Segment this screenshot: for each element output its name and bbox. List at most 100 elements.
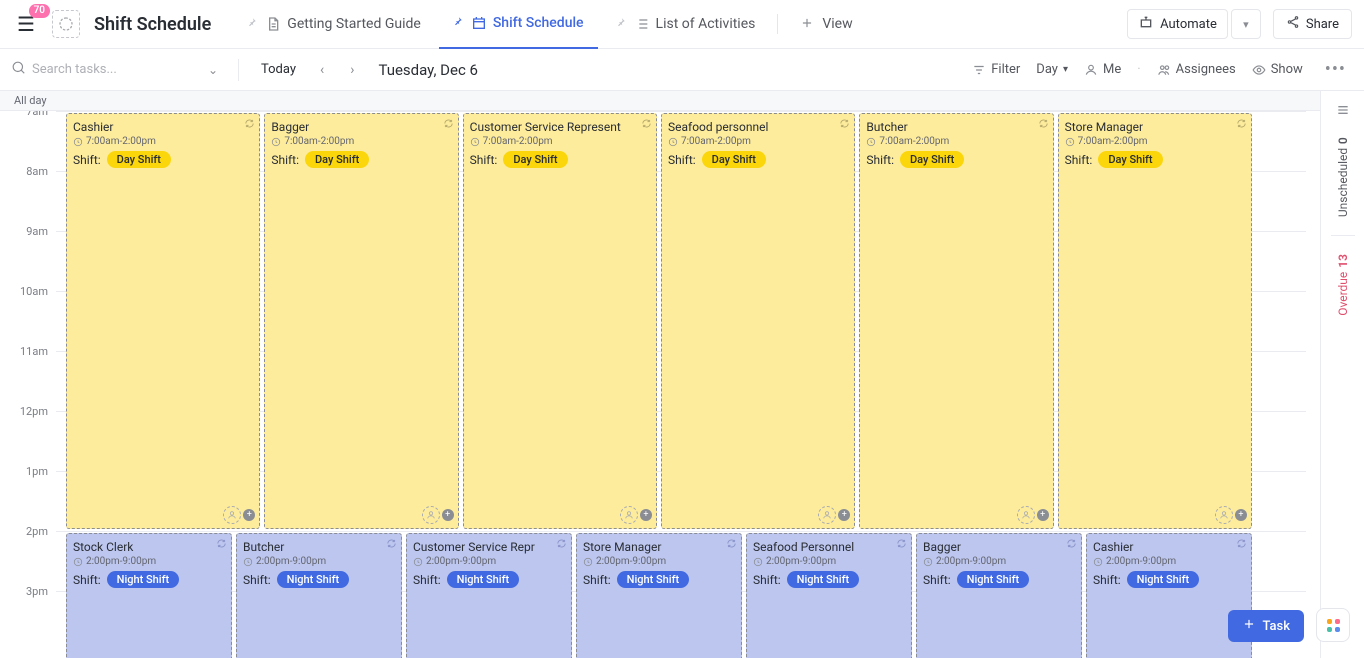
- recurring-icon: [726, 538, 737, 552]
- today-button[interactable]: Today: [255, 58, 302, 81]
- time-column: 7am8am9am10am11am12pm1pm2pm3pm: [0, 111, 56, 651]
- assign-button[interactable]: +: [1215, 506, 1247, 524]
- recurring-icon: [216, 538, 227, 552]
- assign-button[interactable]: +: [620, 506, 652, 524]
- share-label: Share: [1306, 17, 1339, 32]
- automate-button[interactable]: Automate: [1127, 9, 1228, 39]
- time-label: 3pm: [0, 585, 56, 645]
- tab-label: Getting Started Guide: [287, 16, 421, 32]
- person-icon: [1017, 506, 1035, 524]
- shift-title: Stock Clerk: [73, 540, 225, 554]
- space-icon[interactable]: [52, 10, 80, 38]
- range-label: Day: [1036, 62, 1058, 77]
- search[interactable]: ⌄: [12, 59, 222, 81]
- add-view-button[interactable]: View: [786, 0, 866, 49]
- prev-day-button[interactable]: ‹: [312, 58, 332, 82]
- recurring-icon: [386, 538, 397, 552]
- shift-badge: Night Shift: [107, 571, 179, 588]
- shift-card[interactable]: Seafood Personnel2:00pm-9:00pmShift:Nigh…: [746, 533, 912, 658]
- shift-badge: Night Shift: [787, 571, 859, 588]
- separator: [238, 59, 239, 81]
- all-day-label: All day: [14, 94, 47, 107]
- shift-title: Seafood personnel: [668, 120, 848, 134]
- automate-label: Automate: [1160, 17, 1217, 32]
- shift-field-label: Shift:: [1065, 153, 1093, 167]
- shift-field-label: Shift:: [73, 573, 101, 587]
- filter-button[interactable]: Filter: [972, 62, 1020, 77]
- shift-title: Butcher: [866, 120, 1046, 134]
- shift-card[interactable]: Bagger2:00pm-9:00pmShift:Night Shift+: [916, 533, 1082, 658]
- filter-label: Filter: [991, 62, 1020, 77]
- me-label: Me: [1103, 62, 1121, 77]
- search-chevron[interactable]: ⌄: [204, 59, 222, 81]
- menu-button[interactable]: ☰ 70: [12, 10, 40, 38]
- shift-title: Cashier: [73, 120, 253, 134]
- shift-field-label: Shift:: [271, 153, 299, 167]
- shift-card[interactable]: Stock Clerk 2:00pm-9:00pm Shift: Night Shif…: [66, 533, 232, 658]
- people-icon: [1157, 63, 1171, 77]
- shift-badge: Day Shift: [107, 151, 171, 168]
- shift-card[interactable]: Bagger7:00am-2:00pmShift:Day Shift+: [264, 113, 458, 529]
- recurring-icon: [641, 118, 652, 132]
- time-label: 11am: [0, 345, 56, 405]
- overdue-toggle[interactable]: Overdue 13: [1336, 254, 1350, 316]
- apps-icon: [1327, 619, 1340, 632]
- assign-button[interactable]: +: [422, 506, 454, 524]
- shift-card[interactable]: Customer Service Represent7:00am-2:00pmS…: [463, 113, 657, 529]
- shift-badge: Night Shift: [277, 571, 349, 588]
- shift-title: Store Manager: [1065, 120, 1245, 134]
- automate-dropdown[interactable]: ▾: [1231, 9, 1261, 39]
- search-input[interactable]: [32, 62, 198, 77]
- separator: [1331, 235, 1355, 236]
- assign-button[interactable]: +: [1017, 506, 1049, 524]
- rail-lines-icon[interactable]: [1335, 101, 1351, 119]
- me-button[interactable]: Me: [1084, 62, 1121, 77]
- assign-button[interactable]: +: [818, 506, 850, 524]
- shift-badge: Night Shift: [617, 571, 689, 588]
- pin-icon: [247, 15, 259, 27]
- eye-icon: [1252, 63, 1266, 77]
- shift-time: 2:00pm-9:00pm: [73, 556, 225, 567]
- time-label: 7am: [0, 111, 56, 165]
- shift-time: 2:00pm-9:00pm: [413, 556, 565, 567]
- time-label: 2pm: [0, 525, 56, 585]
- shift-card[interactable]: Store Manager2:00pm-9:00pmShift:Night Sh…: [576, 533, 742, 658]
- time-label: 12pm: [0, 405, 56, 465]
- shift-card[interactable]: Cashier2:00pm-9:00pmShift:Night Shift+: [1086, 533, 1252, 658]
- tab-shift-schedule[interactable]: Shift Schedule: [439, 0, 598, 49]
- assignees-button[interactable]: Assignees: [1157, 62, 1236, 77]
- shift-title: Store Manager: [583, 540, 735, 554]
- search-icon: [12, 60, 26, 79]
- separator: ·: [1137, 62, 1140, 77]
- shift-card[interactable]: Cashier7:00am-2:00pmShift:Day Shift+: [66, 113, 260, 529]
- shift-card[interactable]: Store Manager7:00am-2:00pmShift:Day Shif…: [1058, 113, 1252, 529]
- tab-label: Shift Schedule: [493, 15, 584, 31]
- show-button[interactable]: Show: [1252, 62, 1303, 77]
- shift-time: 7:00am-2:00pm: [668, 136, 848, 147]
- shift-card[interactable]: Butcher7:00am-2:00pmShift:Day Shift+: [859, 113, 1053, 529]
- apps-button[interactable]: [1316, 608, 1350, 642]
- new-task-button[interactable]: Task: [1228, 610, 1304, 642]
- unscheduled-count: 0: [1336, 137, 1350, 144]
- shift-time: 2:00pm-9:00pm: [923, 556, 1075, 567]
- tab-getting-started[interactable]: Getting Started Guide: [233, 0, 435, 49]
- calendar-body[interactable]: 7am8am9am10am11am12pm1pm2pm3pm Cashier 7:…: [0, 111, 1320, 658]
- range-selector[interactable]: Day ▾: [1036, 62, 1068, 77]
- task-label: Task: [1262, 619, 1290, 634]
- shift-card[interactable]: Butcher2:00pm-9:00pmShift:Night Shift+: [236, 533, 402, 658]
- assign-button[interactable]: +: [223, 506, 255, 524]
- shift-field-label: Shift:: [73, 153, 101, 167]
- unscheduled-toggle[interactable]: Unscheduled 0: [1336, 137, 1350, 217]
- list-icon: [634, 16, 650, 32]
- tab-list-of-activities[interactable]: List of Activities: [602, 0, 770, 49]
- recurring-icon: [839, 118, 850, 132]
- more-button[interactable]: •••: [1319, 59, 1352, 80]
- overdue-label: Overdue: [1336, 272, 1350, 316]
- shift-title: Seafood Personnel: [753, 540, 905, 554]
- share-button[interactable]: Share: [1273, 9, 1352, 39]
- shift-card[interactable]: Seafood personnel7:00am-2:00pmShift:Day …: [661, 113, 855, 529]
- chevron-down-icon: ▾: [1063, 64, 1068, 75]
- shift-card[interactable]: Customer Service Repr2:00pm-9:00pmShift:…: [406, 533, 572, 658]
- next-day-button[interactable]: ›: [342, 58, 362, 82]
- time-label: 8am: [0, 165, 56, 225]
